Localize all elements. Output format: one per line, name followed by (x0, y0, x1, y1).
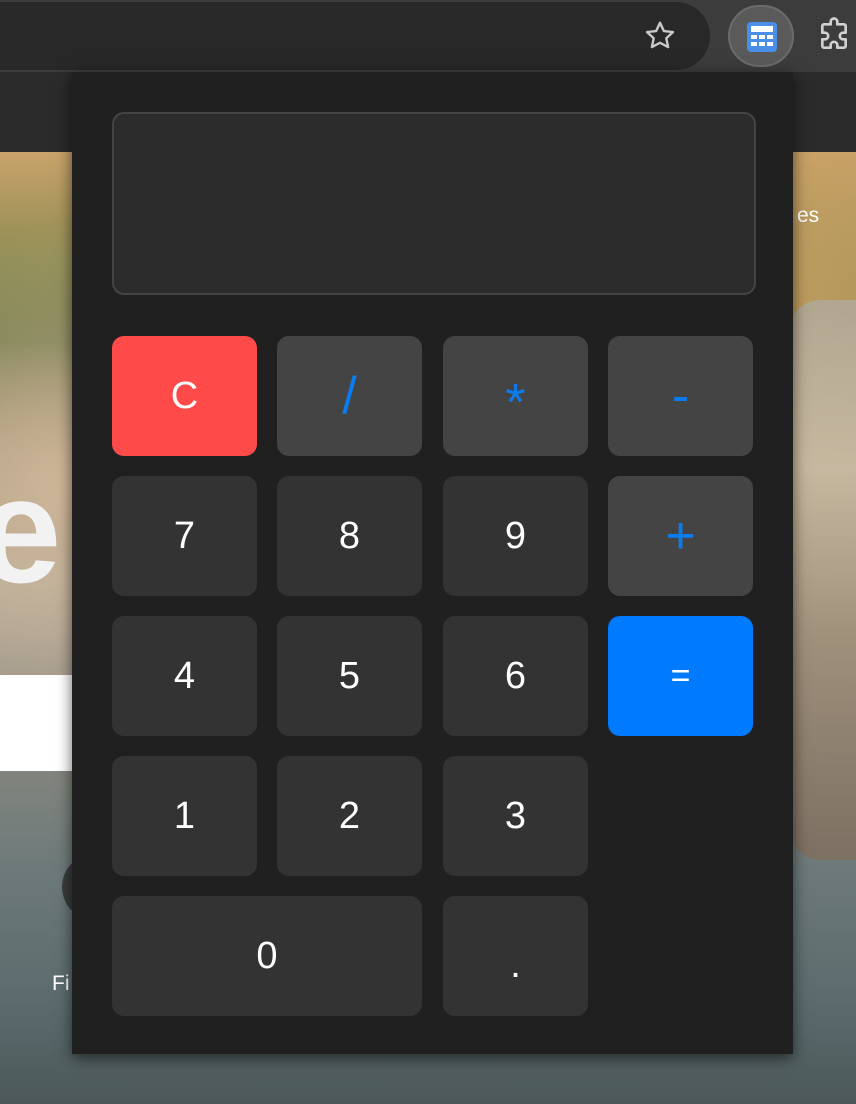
digit-9-button[interactable]: 9 (443, 476, 588, 596)
background-rock (790, 300, 856, 860)
clear-button[interactable]: C (112, 336, 257, 456)
background-logo-letter: e (0, 446, 62, 614)
calculator-display (112, 112, 756, 295)
subtract-button[interactable]: - (608, 336, 753, 456)
calculator-popup: C / * - 7 8 9 + 4 5 6 = 1 2 3 0 . (72, 72, 793, 1054)
background-card (0, 675, 72, 771)
digit-3-button[interactable]: 3 (443, 756, 588, 876)
digit-5-button[interactable]: 5 (277, 616, 422, 736)
background-bottom-text: Fi (52, 972, 70, 995)
add-button[interactable]: + (608, 476, 753, 596)
digit-4-button[interactable]: 4 (112, 616, 257, 736)
puzzle-icon[interactable] (814, 16, 854, 56)
digit-1-button[interactable]: 1 (112, 756, 257, 876)
calculator-extension-button[interactable] (728, 5, 794, 67)
digit-7-button[interactable]: 7 (112, 476, 257, 596)
digit-6-button[interactable]: 6 (443, 616, 588, 736)
star-outline-icon[interactable] (642, 18, 678, 54)
browser-toolbar (0, 0, 856, 72)
digit-8-button[interactable]: 8 (277, 476, 422, 596)
address-bar[interactable] (0, 2, 710, 70)
decimal-button[interactable]: . (443, 896, 588, 1016)
digit-2-button[interactable]: 2 (277, 756, 422, 876)
multiply-button[interactable]: * (443, 336, 588, 456)
equals-button[interactable]: = (608, 616, 753, 736)
digit-0-button[interactable]: 0 (112, 896, 422, 1016)
background-side-text: es (797, 204, 820, 227)
divide-button[interactable]: / (277, 336, 422, 456)
calculator-icon (747, 22, 777, 52)
